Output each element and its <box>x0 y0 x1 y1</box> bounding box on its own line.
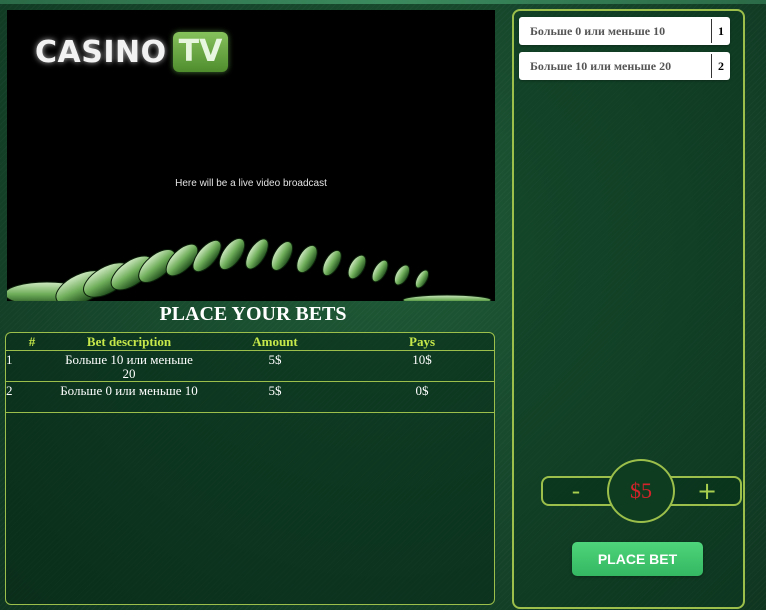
row-amount: 5$ <box>200 381 350 413</box>
row-description: Больше 0 или меньше 10 <box>58 381 200 413</box>
plus-icon[interactable]: + <box>677 477 737 505</box>
bet-option-1[interactable]: Больше 0 или меньше 10 1 <box>519 17 730 45</box>
stake-selector: - $5 + <box>541 459 742 523</box>
row-pays: 0$ <box>350 381 494 413</box>
place-bet-button[interactable]: PLACE BET <box>572 542 703 576</box>
column-header-amount: Amount <box>200 333 350 351</box>
bets-table: # Bet description Amount Pays 1 Больше 1… <box>5 332 495 605</box>
row-pays: 10$ <box>350 350 494 382</box>
column-header-pays: Pays <box>350 333 494 351</box>
row-amount: 5$ <box>200 350 350 382</box>
bet-option-label: Больше 0 или меньше 10 <box>530 23 666 38</box>
place-your-bets-title: PLACE YOUR BETS <box>159 303 347 325</box>
table-header-row: # Bet description Amount Pays <box>6 333 494 351</box>
row-num: 2 <box>6 381 58 413</box>
bets-grid: # Bet description Amount Pays 1 Больше 1… <box>6 333 494 413</box>
bet-option-number: 2 <box>711 54 730 78</box>
minus-icon[interactable]: - <box>546 477 606 505</box>
stake-value: $5 <box>607 459 675 523</box>
casino-tv-logo: CASINO TV <box>35 32 229 72</box>
row-num: 1 <box>6 350 58 382</box>
top-strip <box>0 0 766 4</box>
table-row: 1 Больше 10 или меньше 20 5$ 10$ <box>6 350 494 382</box>
table-row: 2 Больше 0 или меньше 10 5$ 0$ <box>6 381 494 413</box>
casino-chips-image <box>7 237 492 301</box>
bet-options-panel: Больше 0 или меньше 10 1 Больше 10 или м… <box>512 9 745 609</box>
bet-option-label: Больше 10 или меньше 20 <box>530 58 672 73</box>
logo-casino-text: CASINO <box>35 34 167 70</box>
column-header-num: # <box>6 333 58 351</box>
video-caption: Here will be a live video broadcast <box>175 178 327 189</box>
video-broadcast: CASINO TV Here will be a live video broa… <box>7 10 495 301</box>
logo-tv-badge: TV <box>172 32 229 72</box>
column-header-description: Bet description <box>58 333 200 351</box>
row-description: Больше 10 или меньше 20 <box>58 350 200 382</box>
bet-option-number: 1 <box>711 19 730 43</box>
bet-option-2[interactable]: Больше 10 или меньше 20 2 <box>519 52 730 80</box>
